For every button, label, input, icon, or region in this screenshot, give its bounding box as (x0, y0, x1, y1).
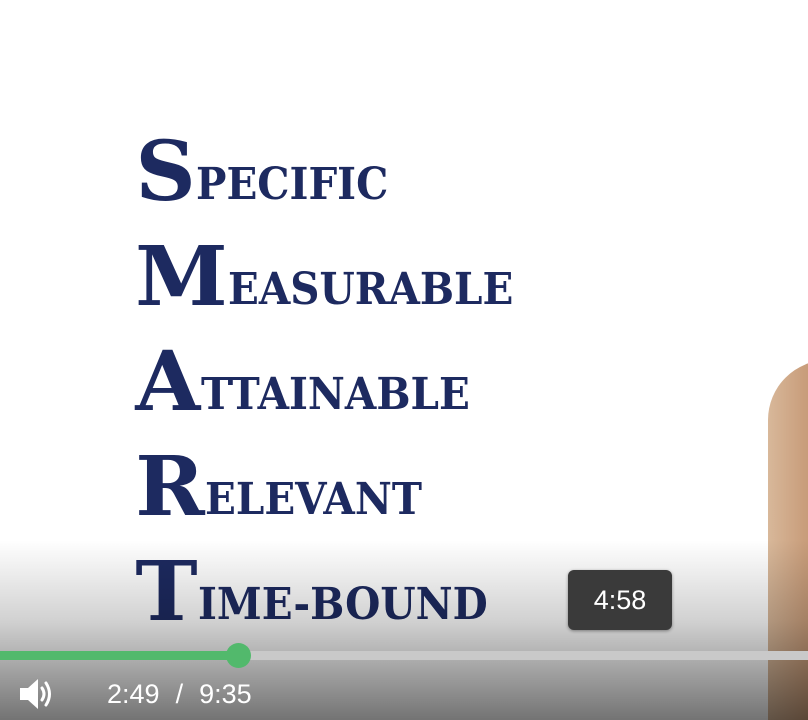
smart-rest: ttainable (200, 369, 470, 420)
current-time: 2:49 (107, 678, 160, 709)
progress-played (0, 651, 239, 660)
smart-word-attainable: Attainable (135, 318, 538, 430)
smart-word-relevant: Relevant (135, 423, 538, 535)
smart-word-measurable: Measurable (135, 213, 538, 325)
smart-word-time-bound: Time-bound (135, 528, 538, 640)
duration: 9:35 (199, 678, 252, 709)
smart-initial: T (135, 544, 199, 640)
presenter-figure (768, 360, 808, 720)
smart-rest: ime-bound (198, 579, 488, 630)
control-bar: 2:49 / 9:35 (0, 668, 808, 720)
time-display: 2:49 / 9:35 (107, 679, 252, 710)
time-separator: / (175, 678, 184, 709)
volume-button[interactable] (15, 674, 59, 714)
seek-time-tooltip: 4:58 (568, 570, 672, 630)
smart-rest: pecific (196, 159, 389, 210)
smart-rest: elevant (205, 474, 423, 525)
smart-initial: A (135, 334, 202, 430)
smart-initial: R (135, 439, 206, 535)
video-player[interactable]: Specific Measurable Attainable Relevant … (0, 0, 808, 720)
volume-icon (20, 679, 51, 709)
progress-bar[interactable] (0, 643, 808, 668)
seek-time-tooltip-label: 4:58 (593, 584, 647, 615)
smart-rest: easurable (227, 264, 514, 315)
smart-initial: M (135, 229, 229, 325)
video-frame[interactable]: Specific Measurable Attainable Relevant … (0, 0, 808, 720)
smart-word-specific: Specific (135, 108, 538, 220)
smart-initial: S (135, 124, 197, 220)
smart-acronym-list: Specific Measurable Attainable Relevant … (135, 108, 538, 640)
